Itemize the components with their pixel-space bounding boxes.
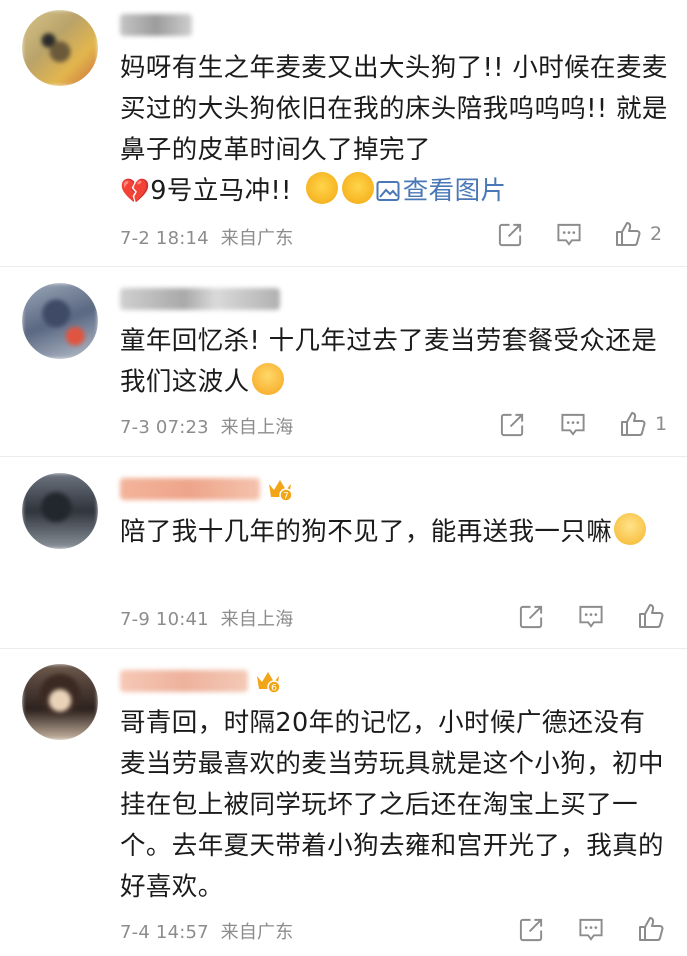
reply-button[interactable] <box>555 218 583 250</box>
broken-heart-emoji: 💔 <box>120 177 151 205</box>
comment-text: 童年回忆杀! 十几年过去了麦当劳套餐受众还是我们这波人 <box>120 326 658 397</box>
like-button[interactable]: 1 <box>619 408 667 440</box>
vip-level: 7 <box>283 492 289 502</box>
comment-text: 妈呀有生之年麦麦又出大头狗了!! 小时候在麦麦买过的大头狗依旧在我的床头陪我呜呜… <box>120 53 668 206</box>
comment-icon <box>557 223 581 246</box>
share-button[interactable] <box>518 600 545 632</box>
comment-meta: 7-4 14:57 来自广东 <box>120 922 294 943</box>
comment-meta: 7-3 07:23 来自上海 <box>120 417 294 438</box>
vip-crown-icon: 7 <box>269 480 293 502</box>
reply-button[interactable] <box>559 408 587 440</box>
share-button[interactable] <box>518 913 545 945</box>
avatar[interactable] <box>22 10 98 86</box>
comment-meta: 7-2 18:14 来自广东 <box>120 228 294 249</box>
like-count: 2 <box>650 223 663 245</box>
thumbs-up-icon <box>639 917 664 941</box>
vip-level: 6 <box>271 684 277 694</box>
reply-button[interactable] <box>577 913 605 945</box>
picture-icon <box>376 181 400 201</box>
like-button[interactable]: 2 <box>614 218 662 250</box>
username[interactable]: 7 <box>120 476 294 502</box>
username[interactable]: 6 <box>120 668 282 694</box>
divider <box>0 456 687 457</box>
view-image-link[interactable]: 查看图片 <box>376 176 507 206</box>
comment-meta: 7-9 10:41 来自上海 <box>120 609 294 630</box>
avatar[interactable] <box>22 473 98 549</box>
share-icon <box>519 605 543 628</box>
share-button[interactable] <box>497 218 524 250</box>
like-button[interactable] <box>637 913 665 945</box>
thumbs-up-icon <box>639 604 664 628</box>
share-icon <box>498 223 522 246</box>
smiling-emoji <box>251 363 284 395</box>
thumbs-up-icon <box>616 222 641 246</box>
vip-crown-icon: 6 <box>257 672 281 694</box>
pleading-emoji <box>614 513 647 545</box>
username[interactable] <box>120 286 280 312</box>
crying-emoji <box>305 172 338 204</box>
divider <box>0 648 687 649</box>
reply-button[interactable] <box>577 600 605 632</box>
share-icon <box>500 413 524 436</box>
username[interactable] <box>120 12 192 38</box>
share-icon <box>519 918 543 941</box>
like-button[interactable] <box>637 600 665 632</box>
comment-text: 哥青回，时隔20年的记忆，小时候广德还没有麦当劳最喜欢的麦当劳玩具就是这个小狗，… <box>120 708 664 902</box>
avatar[interactable] <box>22 283 98 359</box>
share-button[interactable] <box>499 408 526 440</box>
thumbs-up-icon <box>621 412 646 436</box>
crying-emoji <box>341 172 374 204</box>
comment-text: 陪了我十几年的狗不见了，能再送我一只嘛 <box>120 512 668 553</box>
comment-icon <box>561 413 585 436</box>
comment-icon <box>579 918 603 941</box>
avatar[interactable] <box>22 664 98 740</box>
like-count: 1 <box>655 413 668 435</box>
comment-icon <box>579 605 603 628</box>
divider <box>0 266 687 267</box>
